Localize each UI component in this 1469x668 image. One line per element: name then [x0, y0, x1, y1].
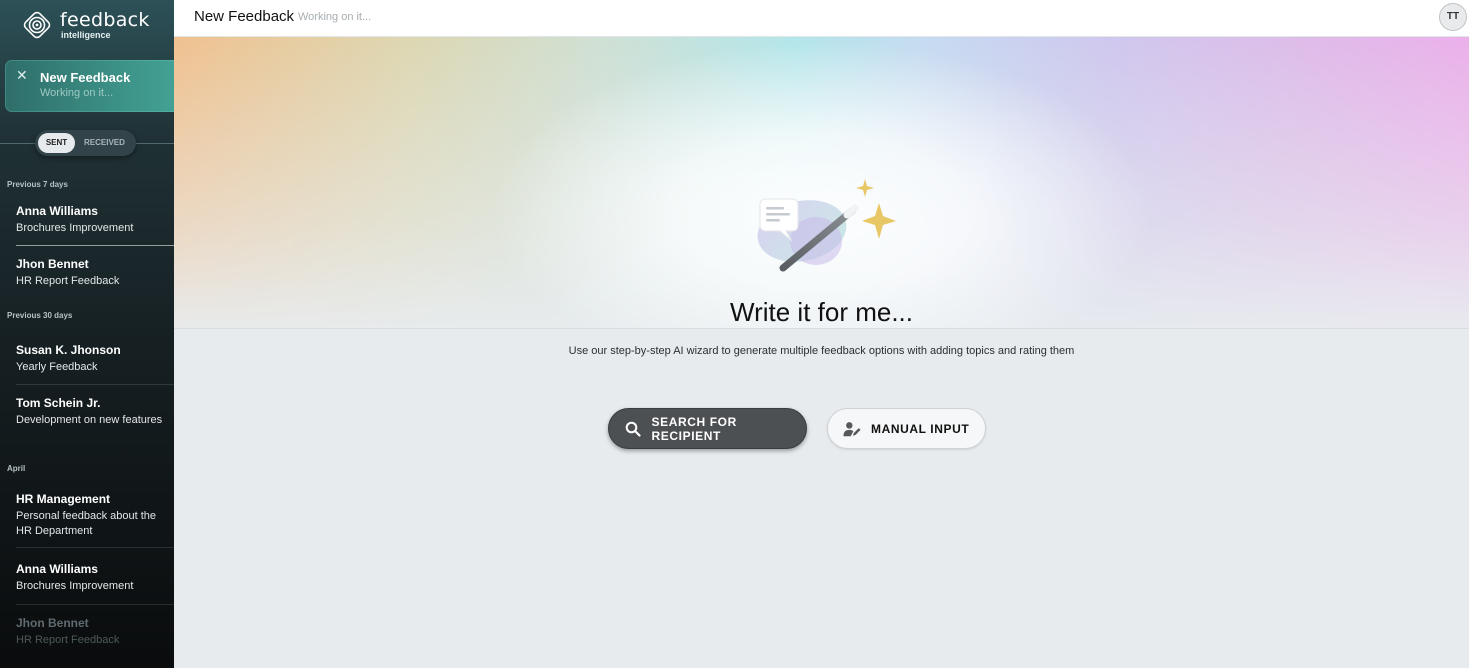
section-label: Previous 7 days [7, 180, 68, 189]
status-text: Working on it... [298, 11, 372, 23]
sidebar-item-new-feedback[interactable]: ✕ New Feedback Working on it... [5, 60, 174, 112]
list-item-name: Tom Schein Jr. [16, 396, 101, 410]
list-item[interactable]: Jhon Bennet HR Report Feedback [0, 257, 174, 297]
list-item-desc: Brochures Improvement [16, 222, 134, 234]
list-item[interactable]: Susan K. Jhonson Yearly Feedback [0, 343, 174, 383]
active-item-status: Working on it... [40, 87, 114, 99]
hero-title: Write it for me... [730, 297, 913, 327]
divider [16, 604, 174, 605]
divider [16, 547, 174, 548]
toggle-received[interactable]: RECEIVED [84, 133, 125, 153]
user-edit-icon [843, 420, 861, 438]
active-item-title: New Feedback [40, 70, 131, 85]
list-item-desc: Development on new features [16, 414, 163, 426]
list-item[interactable]: Jhon Bennet HR Report Feedback [0, 616, 174, 656]
search-for-recipient-button[interactable]: SEARCH FOR RECIPIENT [608, 408, 807, 449]
list-item[interactable]: Anna Williams Brochures Improvement [0, 204, 174, 244]
divider [16, 245, 174, 246]
list-item[interactable]: HR Management Personal feedback about th… [0, 492, 174, 542]
manual-input-button[interactable]: MANUAL INPUT [827, 408, 986, 449]
logo-sub: intelligence [61, 29, 111, 40]
list-item[interactable]: Tom Schein Jr. Development on new featur… [0, 396, 174, 446]
search-icon [624, 420, 642, 438]
list-item-desc: Personal feedback about the HR Departmen… [16, 510, 157, 537]
list-item-desc: HR Report Feedback [16, 275, 120, 287]
list-item-name: Anna Williams [16, 204, 98, 218]
sent-received-toggle[interactable]: SENT RECEIVED [35, 130, 136, 156]
logo[interactable]: feedback intelligence [22, 9, 150, 41]
list-item-name: Susan K. Jhonson [16, 343, 121, 357]
toggle-sent[interactable]: SENT [38, 133, 75, 153]
divider [16, 384, 174, 385]
top-bar: New Feedback Working on it... TT [174, 0, 1469, 37]
page-title: New Feedback [194, 8, 295, 25]
hero-description: Use our step-by-step AI wizard to genera… [568, 345, 1075, 357]
logo-word: feedback [60, 8, 150, 31]
list-item[interactable]: Anna Williams Brochures Improvement [0, 562, 174, 602]
list-item-name: Jhon Bennet [16, 616, 89, 630]
list-item-name: Anna Williams [16, 562, 98, 576]
avatar[interactable]: TT [1439, 3, 1467, 31]
section-label: Previous 30 days [7, 311, 73, 320]
list-item-desc: Yearly Feedback [16, 361, 98, 373]
list-item-name: HR Management [16, 492, 111, 506]
search-button-label: SEARCH FOR RECIPIENT [651, 414, 737, 443]
section-label: April [7, 464, 26, 473]
hero-banner: Write it for me... [174, 37, 1469, 329]
main-content: Write it for me... Use our step-by-step … [174, 37, 1469, 668]
divider [0, 143, 35, 144]
magic-wand-icon [757, 179, 896, 272]
close-icon[interactable]: ✕ [16, 68, 28, 82]
list-item-desc: HR Report Feedback [16, 634, 120, 646]
manual-button-label: MANUAL INPUT [871, 421, 970, 436]
sidebar: feedback intelligence ✕ New Feedback Wor… [0, 0, 174, 668]
logo-icon [23, 11, 51, 39]
list-item-name: Jhon Bennet [16, 257, 89, 271]
divider [136, 143, 174, 144]
list-item-desc: Brochures Improvement [16, 580, 134, 592]
